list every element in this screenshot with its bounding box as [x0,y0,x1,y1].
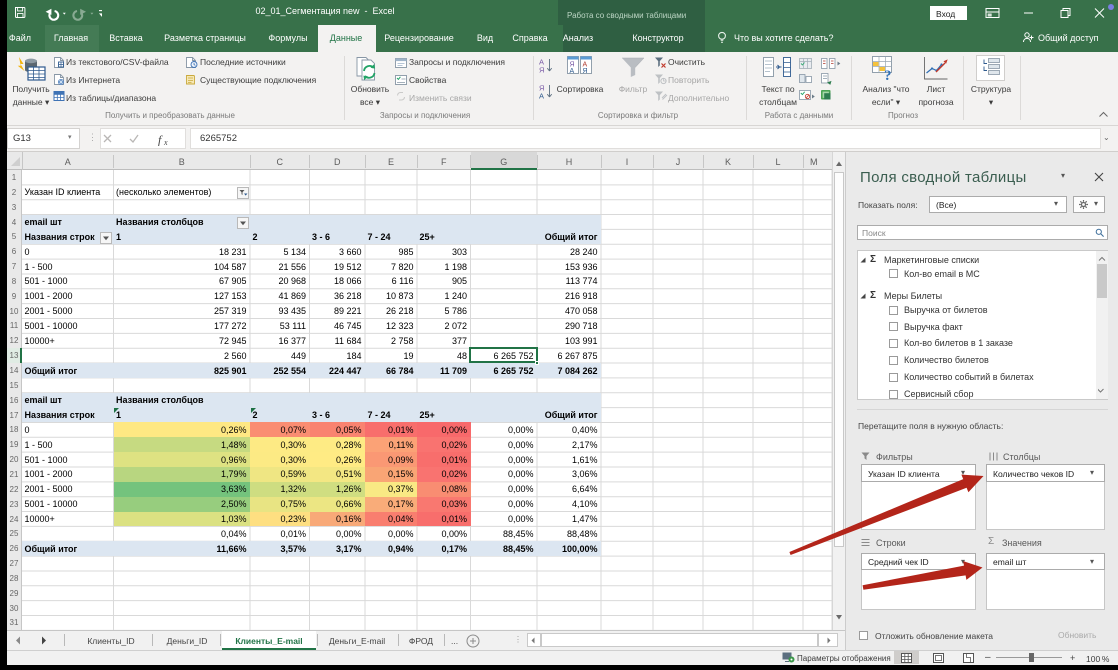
svg-text:?: ? [884,68,892,82]
svg-text:f: f [158,133,163,147]
svg-text:А: А [539,92,544,100]
svg-text:x: x [163,138,168,147]
svg-text:А: А [570,68,575,75]
svg-text:Я: Я [583,68,588,75]
svg-text:Я: Я [539,66,544,75]
